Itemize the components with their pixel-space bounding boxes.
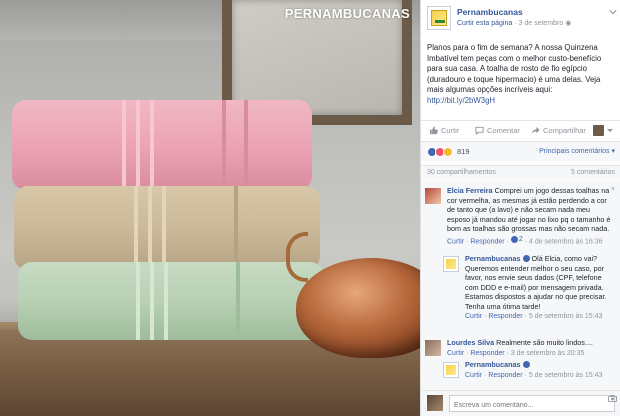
share-count[interactable]: 30 compartilhamentos (427, 169, 496, 176)
beige-towel (14, 186, 320, 270)
towel-stripe (234, 186, 238, 270)
verified-badge-icon (522, 255, 530, 262)
write-comment-area (421, 390, 620, 416)
profile-avatar[interactable] (593, 125, 604, 136)
reaction-icons (427, 147, 453, 157)
globe-icon: ◉ (565, 20, 572, 27)
towel-stripe (150, 100, 154, 190)
towel-stripe (162, 186, 166, 270)
reply-reply-link[interactable]: Responder (488, 313, 522, 320)
green-towel (18, 262, 324, 340)
reply-meta: Curtir · Responder · 5 de setembro às 15… (465, 313, 603, 320)
comment-time[interactable]: 3 de setembro às 20:35 (511, 350, 585, 357)
comment-time[interactable]: 4 de setembro às 16:36 (529, 238, 603, 245)
like-page-link[interactable]: Curtir esta página (457, 20, 512, 27)
commenter-avatar[interactable] (425, 188, 441, 204)
share-button[interactable]: Compartilhar (531, 126, 586, 135)
comment-reply-link[interactable]: Responder (470, 350, 504, 357)
reply-reply-link[interactable]: Responder (488, 372, 522, 379)
towel-stripe (136, 262, 140, 340)
post-photo[interactable]: PERNAMBUCANAS (0, 0, 420, 416)
thumbs-up-icon (429, 126, 438, 135)
post-date[interactable]: 3 de setembro (519, 20, 564, 27)
comment-label: Comentar (487, 126, 520, 135)
brand-watermark: PERNAMBUCANAS (284, 6, 410, 21)
sort-label: Principais comentários (539, 148, 610, 155)
comment-body: Elcia Ferreira Comprei um jogo dessas to… (447, 186, 613, 246)
share-label: Compartilhar (543, 126, 586, 135)
replier-name[interactable]: Pernambucanas (465, 254, 521, 263)
my-avatar (427, 395, 443, 411)
comment-text: Realmente são muito lindos.... (496, 338, 593, 347)
comment-reply-link[interactable]: Responder (470, 238, 504, 245)
comment-like-count[interactable]: 2 (510, 235, 523, 245)
comment-input[interactable] (449, 395, 615, 412)
caret-down-icon[interactable] (607, 129, 613, 132)
wow-reaction-icon (443, 147, 453, 157)
towel-stripe (134, 186, 138, 270)
towel-stripe (236, 262, 240, 340)
commenter-name[interactable]: Lourdes Silva (447, 338, 494, 347)
like-button[interactable]: Curtir (429, 126, 459, 135)
commenter-avatar[interactable] (425, 340, 441, 356)
page-reply-avatar[interactable] (443, 256, 459, 272)
reactions-summary[interactable]: 819 Principais comentários ▾ (421, 141, 620, 161)
camera-icon[interactable] (608, 395, 617, 402)
post-side-panel: Pernambucanas Curtir esta página · 3 de … (420, 0, 620, 416)
page-logo-icon (431, 10, 447, 26)
towel-stripe (148, 186, 152, 270)
verified-badge-icon (522, 361, 530, 368)
reply-like-link[interactable]: Curtir (465, 372, 482, 379)
comment-meta: Curtir · Responder · 3 de setembro às 20… (447, 349, 585, 357)
reply-body: Pernambucanas Curtir · Responder · 5 de … (465, 360, 613, 380)
page-reply-avatar[interactable] (443, 362, 459, 378)
post-body: Planos para o fim de semana? A nossa Qui… (427, 43, 617, 107)
towel-stripe (150, 262, 154, 340)
reply-time[interactable]: 5 de setembro às 15:43 (529, 313, 603, 320)
reply-meta: Curtir · Responder · 5 de setembro às 15… (465, 371, 603, 379)
page-logo-icon (446, 365, 456, 375)
pink-towel (12, 100, 312, 190)
chevron-down-icon[interactable] (609, 8, 617, 16)
share-icon (531, 126, 540, 135)
comment-count[interactable]: 5 comentários (571, 169, 615, 176)
comment-meta: Curtir · Responder · 2 · 4 de setembro à… (447, 235, 603, 245)
share-comment-counts: 30 compartilhamentos 5 comentários (421, 165, 620, 179)
reply-like-link[interactable]: Curtir (465, 313, 482, 320)
reply-time[interactable]: 5 de setembro às 15:43 (529, 372, 603, 379)
towel-stripe (222, 100, 226, 190)
comment-button[interactable]: Comentar (475, 126, 520, 135)
comment-body: Lourdes Silva Realmente são muito lindos… (447, 338, 613, 358)
post-header: Pernambucanas Curtir esta página · 3 de … (427, 6, 617, 34)
page-name-link[interactable]: Pernambucanas (457, 7, 523, 17)
reply-body: Pernambucanas Olá Elcia, como vai? Quere… (465, 254, 613, 322)
like-label: Curtir (441, 126, 460, 135)
comment-like-link[interactable]: Curtir (447, 350, 464, 357)
towel-stripe (136, 100, 140, 190)
page-avatar[interactable] (427, 6, 451, 30)
thumbs-up-icon (510, 235, 518, 243)
commenter-name[interactable]: Elcia Ferreira (447, 186, 493, 195)
post-text: Planos para o fim de semana? A nossa Qui… (427, 43, 602, 95)
subtitle-separator: · (514, 20, 517, 27)
comment-likes-value: 2 (518, 235, 523, 243)
post-actions: Curtir Comentar Compartilhar (421, 120, 620, 140)
towel-stripe (244, 100, 248, 190)
comment-sort-dropdown[interactable]: Principais comentários ▾ (539, 147, 615, 155)
comments-list: Elcia Ferreira Comprei um jogo dessas to… (421, 180, 620, 390)
comment-icon (475, 126, 484, 135)
towel-stripe (122, 100, 126, 190)
reaction-count[interactable]: 819 (457, 147, 470, 156)
close-icon[interactable]: × (611, 186, 615, 193)
replier-name[interactable]: Pernambucanas (465, 360, 521, 369)
post-link[interactable]: http://bit.ly/2bW3gH (427, 96, 617, 107)
comment-like-link[interactable]: Curtir (447, 238, 464, 245)
page-logo-icon (446, 259, 456, 269)
post-subtitle: Curtir esta página · 3 de setembro ◉ (457, 19, 571, 27)
towel-stripe (164, 262, 168, 340)
